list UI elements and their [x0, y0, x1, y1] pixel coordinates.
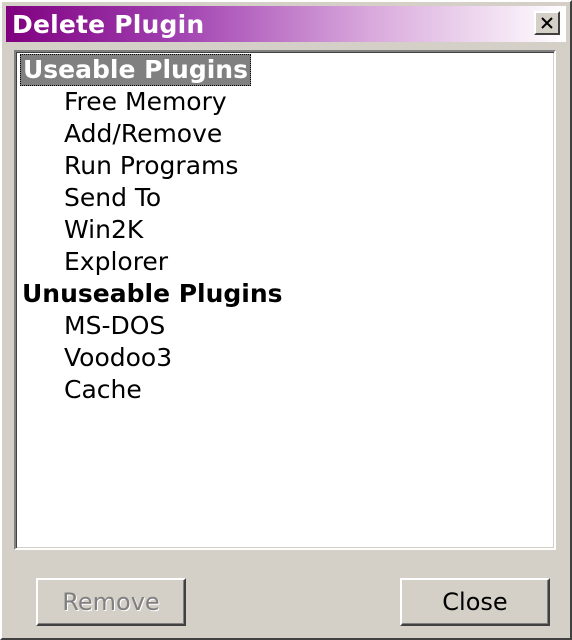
plugin-tree[interactable]: Useable Plugins Free Memory Add/Remove R…: [14, 50, 556, 550]
tree-item-free-memory[interactable]: Free Memory: [64, 86, 227, 118]
tree-item-add-remove[interactable]: Add/Remove: [64, 118, 222, 150]
tree-group-unuseable[interactable]: Unuseable Plugins: [22, 278, 283, 310]
remove-button[interactable]: Remove: [36, 578, 186, 626]
close-button[interactable]: Close: [400, 578, 550, 626]
tree-group-label: Unuseable Plugins: [22, 279, 283, 308]
tree-group-useable[interactable]: Useable Plugins: [20, 54, 251, 86]
tree-item-run-programs[interactable]: Run Programs: [64, 150, 238, 182]
tree-item-win2k[interactable]: Win2K: [64, 214, 143, 246]
tree-item-cache[interactable]: Cache: [64, 374, 142, 406]
tree-group-label: Useable Plugins: [23, 55, 248, 84]
tree-item-ms-dos[interactable]: MS-DOS: [64, 310, 165, 342]
close-window-button[interactable]: [534, 11, 560, 35]
title-bar[interactable]: Delete Plugin: [6, 6, 566, 42]
delete-plugin-dialog: Delete Plugin Useable Plugins Free Memor…: [0, 0, 572, 640]
dialog-title: Delete Plugin: [12, 9, 205, 39]
close-x-icon: [541, 17, 553, 29]
tree-item-send-to[interactable]: Send To: [64, 182, 161, 214]
tree-item-explorer[interactable]: Explorer: [64, 246, 168, 278]
tree-item-voodoo3[interactable]: Voodoo3: [64, 342, 172, 374]
